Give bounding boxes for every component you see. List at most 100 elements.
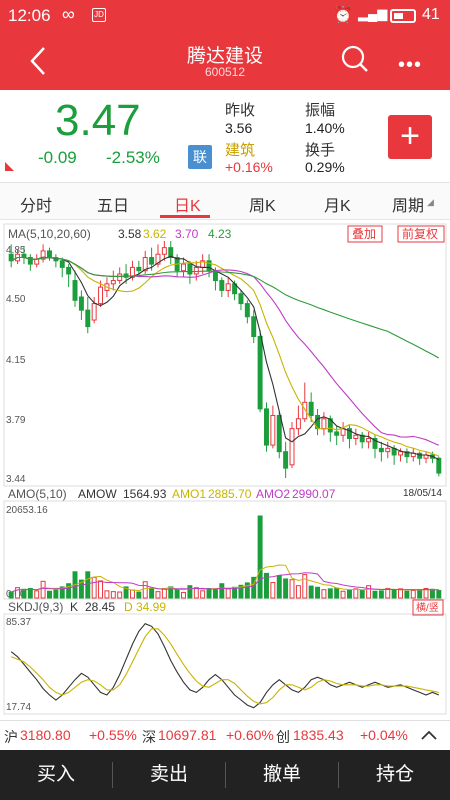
candle-body xyxy=(59,260,65,268)
candle-body xyxy=(270,414,276,446)
volume-bar xyxy=(225,588,231,599)
volume-bar xyxy=(302,574,308,599)
price-tick-bottom: 3.44 xyxy=(6,474,26,485)
sector-label[interactable]: 建筑 xyxy=(225,139,255,160)
candle-body xyxy=(264,408,269,446)
volume-bar xyxy=(200,590,206,599)
skdj-legend-label: SKDJ(9,3) xyxy=(8,600,63,614)
amo-legend-label: AMO(5,10) xyxy=(8,487,67,501)
volume-bar xyxy=(295,585,301,599)
candle-body xyxy=(251,316,257,337)
candle-body xyxy=(34,258,40,265)
volume-bar xyxy=(110,591,116,599)
candle-body xyxy=(219,280,225,291)
volume-bar xyxy=(378,590,384,599)
period-dropdown-icon[interactable]: ◢ xyxy=(427,197,434,208)
kline-frame xyxy=(3,223,447,487)
volume-bar xyxy=(161,587,167,599)
tab-monthly-k[interactable]: 月K xyxy=(324,192,351,216)
volume-bar xyxy=(187,585,193,599)
overlay-button[interactable]: 叠加 xyxy=(352,227,376,241)
amplitude-value: 1.40% xyxy=(305,120,345,136)
volume-bar xyxy=(8,591,14,599)
trade-action-bar: 买入 卖出 撤单 持仓 xyxy=(0,750,450,800)
chevron-up-icon[interactable] xyxy=(420,729,438,741)
volume-bar xyxy=(142,581,148,599)
cancel-order-button[interactable]: 撤单 xyxy=(226,750,338,800)
candle-body xyxy=(78,296,84,311)
volume-bar xyxy=(334,587,340,599)
volume-bar xyxy=(212,589,218,599)
skdj-d-label: D xyxy=(124,600,133,614)
sh-label: 沪 xyxy=(4,729,18,745)
status-bar: 12:06 ∞ JD ⏰ ▂▄▆ 41 xyxy=(0,0,450,32)
price-change: -0.09 xyxy=(38,148,77,167)
candle-body xyxy=(340,428,346,436)
volume-bar xyxy=(321,589,327,599)
turnover-value: 0.29% xyxy=(305,159,345,175)
volume-bar xyxy=(149,588,155,599)
volume-bar xyxy=(85,571,91,599)
battery-icon xyxy=(390,9,416,23)
skdj-frame xyxy=(3,613,447,715)
candle-body xyxy=(295,418,301,430)
ma60-value: 4.23 xyxy=(208,227,232,241)
buy-button[interactable]: 买入 xyxy=(0,750,112,800)
candle-body xyxy=(244,303,250,318)
more-icon[interactable]: ••• xyxy=(398,54,422,77)
candle-body xyxy=(308,401,314,416)
price-change-pct: -2.53% xyxy=(106,148,160,167)
cy-label: 创 xyxy=(276,729,290,745)
infinity-icon: ∞ xyxy=(62,4,75,24)
chart-area[interactable]: MA(5,10,20,60) 3.58 3.62 3.70 4.23 叠加 前复… xyxy=(0,220,450,720)
candle-body xyxy=(161,247,167,255)
candle-body xyxy=(212,270,218,282)
volume-bar xyxy=(429,588,435,599)
volume-bar xyxy=(315,586,321,599)
tab-period[interactable]: 周期 xyxy=(392,192,424,216)
volume-bar xyxy=(155,591,161,599)
volume-bar xyxy=(40,580,46,599)
skdj-k-value: 28.45 xyxy=(85,600,115,614)
add-watchlist-button[interactable]: + xyxy=(388,115,432,159)
tab-intraday[interactable]: 分时 xyxy=(20,192,52,216)
tab-daily-k[interactable]: 日K xyxy=(174,192,201,216)
candle-body xyxy=(289,428,295,466)
volume-bar xyxy=(327,588,333,599)
candle-body xyxy=(366,438,372,443)
volume-bar xyxy=(372,590,378,599)
active-tab-indicator xyxy=(160,215,210,218)
volume-bars-layer xyxy=(8,515,442,599)
candle-body xyxy=(225,283,231,291)
tab-weekly-k[interactable]: 周K xyxy=(249,192,276,216)
price-tick-4: 3.79 xyxy=(6,415,26,426)
battery-level: 41 xyxy=(422,6,440,23)
volume-bar xyxy=(417,589,423,599)
volume-bar xyxy=(366,585,372,599)
cy-index: 1835.43 xyxy=(293,727,344,743)
candle-body xyxy=(47,250,52,259)
volume-bar xyxy=(276,575,282,599)
volume-bar xyxy=(129,589,135,599)
candle-body xyxy=(238,293,244,305)
orientation-toggle[interactable]: 横/竖 xyxy=(416,601,439,614)
search-icon[interactable] xyxy=(340,44,370,74)
positions-button[interactable]: 持仓 xyxy=(339,750,450,800)
volume-bar xyxy=(283,578,289,599)
skdj-k-line xyxy=(10,623,440,709)
volume-bar xyxy=(174,588,180,599)
kline-chart[interactable]: MA(5,10,20,60) 3.58 3.62 3.70 4.23 叠加 前复… xyxy=(0,220,450,720)
sell-button[interactable]: 卖出 xyxy=(113,750,225,800)
candle-body xyxy=(334,431,340,436)
index-ticker[interactable]: 沪 3180.80 +0.55% 深 10697.81 +0.60% 创 183… xyxy=(0,720,450,750)
stock-name: 腾达建设 xyxy=(186,46,263,67)
amo2-label: AMO2 xyxy=(256,487,290,501)
volume-bar xyxy=(404,590,410,599)
adjust-button[interactable]: 前复权 xyxy=(402,226,438,241)
alarm-icon: ⏰ xyxy=(333,7,353,24)
status-time: 12:06 xyxy=(8,6,51,25)
tab-five-day[interactable]: 五日 xyxy=(97,192,129,216)
prev-close-label: 昨收 xyxy=(225,102,256,119)
lian-badge[interactable]: 联 xyxy=(188,145,212,169)
header: 腾达建设 600512 ••• xyxy=(0,32,450,90)
